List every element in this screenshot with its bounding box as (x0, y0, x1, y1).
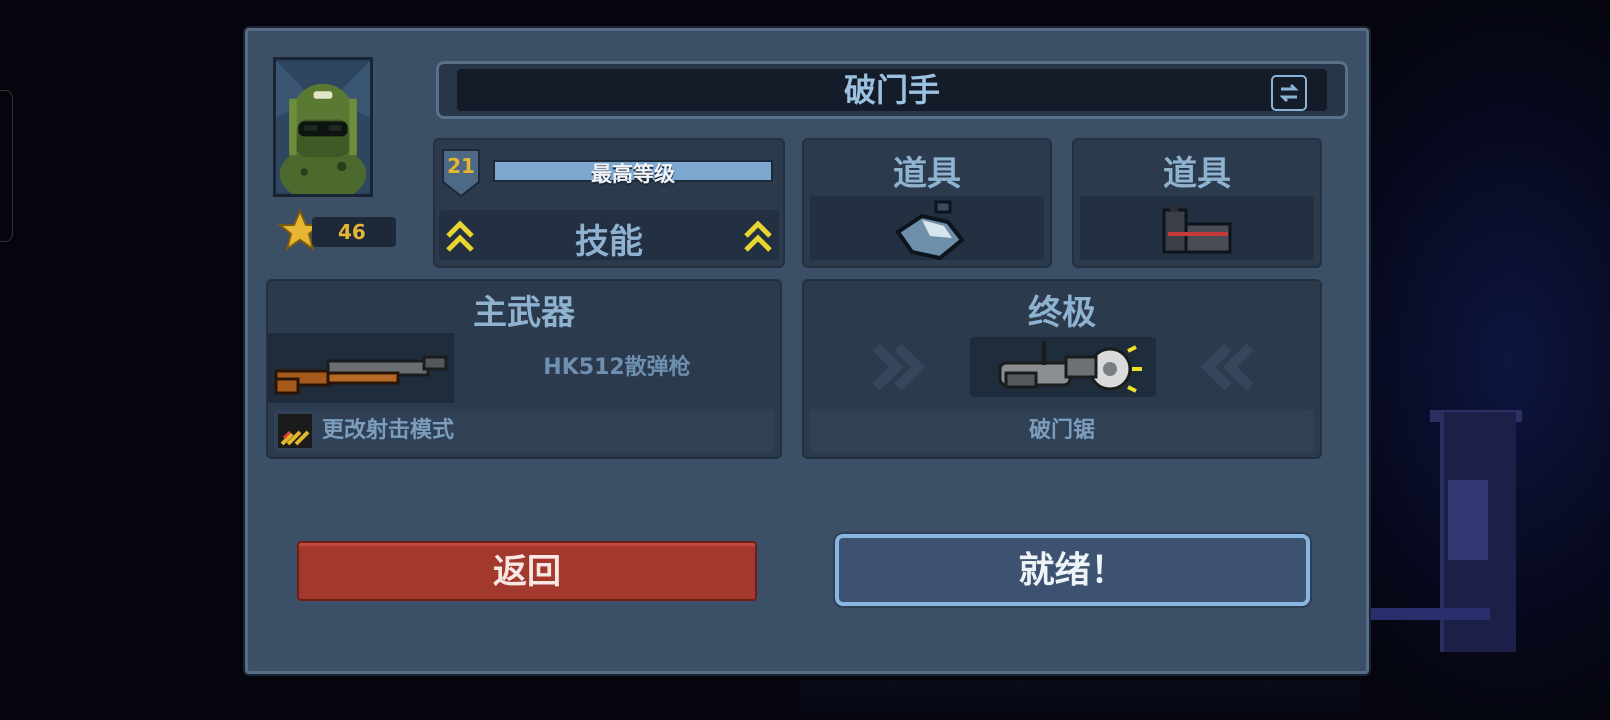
primary-weapon-name: HK512散弹枪 (543, 355, 691, 380)
saw-icon (998, 341, 1142, 393)
grenade-icon (895, 200, 965, 261)
background-ground (800, 680, 1360, 720)
device-edge (0, 90, 13, 242)
star-count: 46 (312, 217, 396, 247)
level-badge: 21 (441, 148, 481, 198)
skills-button[interactable]: 技能 (439, 210, 779, 262)
swap-character-button[interactable] (1271, 75, 1307, 111)
swap-icon (1279, 83, 1299, 103)
primary-weapon-slot[interactable] (268, 333, 454, 403)
loadout-panel: 46 破门手 21 最高等级 技能 道具 道具 主武器 HK512散弹枪 更改射… (245, 28, 1369, 674)
character-title-bar: 破门手 (436, 61, 1348, 119)
character-name: 破门手 (843, 71, 940, 109)
level-status: 最高等级 (591, 162, 675, 186)
back-button[interactable]: 返回 (297, 541, 757, 601)
chevron-right-icon (872, 343, 926, 391)
item-label: 道具 (1163, 154, 1231, 194)
ready-button[interactable]: 就绪！ (835, 534, 1310, 606)
level-panel: 21 最高等级 技能 (433, 138, 785, 268)
star-rating: 46 (278, 209, 398, 257)
rank-chevron-icon (744, 220, 772, 252)
background-window (1448, 480, 1488, 560)
level-progress-bar: 最高等级 (493, 160, 773, 186)
title-inner: 破门手 (457, 69, 1327, 111)
soldier-portrait-icon (276, 61, 370, 194)
primary-weapon-label: 主武器 (473, 293, 575, 333)
character-portrait[interactable] (273, 57, 373, 197)
item-slot-2[interactable]: 道具 (1072, 138, 1322, 268)
skills-label: 技能 (575, 222, 643, 262)
level-number: 21 (447, 154, 475, 178)
fire-mode-icon (278, 414, 312, 448)
shotgun-icon (274, 355, 448, 395)
item-slot-1[interactable]: 道具 (802, 138, 1052, 268)
chevron-left-icon (1200, 343, 1254, 391)
ultimate-panel: 终极 破门锯 (802, 279, 1322, 459)
breaching-charge-icon (1162, 204, 1232, 254)
change-fire-mode-label: 更改射击模式 (322, 418, 455, 443)
ultimate-slot[interactable] (970, 337, 1156, 397)
item-slot-frame (1080, 196, 1314, 260)
background-ledge (1370, 608, 1490, 620)
ultimate-name: 破门锯 (810, 409, 1314, 453)
item-slot-frame (810, 196, 1044, 261)
change-fire-mode-button[interactable]: 更改射击模式 (274, 409, 774, 453)
item-label: 道具 (893, 154, 961, 194)
primary-weapon-panel: 主武器 HK512散弹枪 更改射击模式 (266, 279, 782, 459)
ultimate-label: 终极 (1028, 293, 1096, 333)
